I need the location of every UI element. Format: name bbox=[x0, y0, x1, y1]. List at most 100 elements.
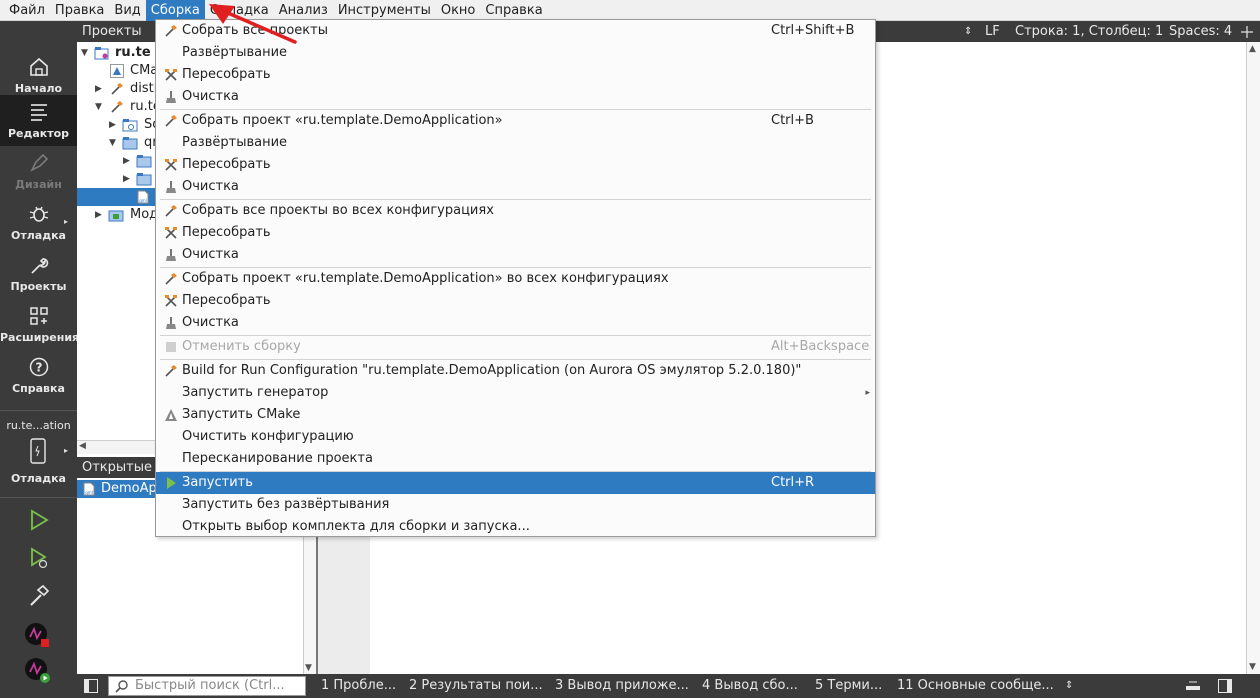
toggle-sidebar-icon[interactable] bbox=[84, 679, 98, 697]
menu-item-label: Пересобрать bbox=[182, 293, 271, 308]
hammer-icon bbox=[164, 364, 178, 378]
locator-search-input[interactable]: Быстрый поиск (Ctrl... bbox=[108, 676, 306, 696]
device-icon bbox=[27, 438, 49, 468]
updown-arrow-icon[interactable]: ⇕ bbox=[964, 21, 972, 42]
menu-item-label: Пересобрать bbox=[182, 67, 271, 82]
mode-projects[interactable]: Проекты bbox=[0, 248, 77, 299]
menu-build-project-all-configs[interactable]: Собрать проект «ru.template.DemoApplicat… bbox=[156, 268, 875, 290]
menu-clean-all[interactable]: Очистка bbox=[156, 86, 875, 108]
scroll-left-icon[interactable]: ◀ bbox=[79, 441, 86, 451]
mode-extensions[interactable]: Расширения bbox=[0, 299, 79, 350]
open-document-item[interactable]: qml DemoAp bbox=[77, 480, 155, 498]
menu-rebuild-project-all-configs[interactable]: Пересобрать bbox=[156, 290, 875, 312]
tree-row[interactable]: ▶ bbox=[77, 152, 155, 170]
tree-row[interactable]: ▶ Мод bbox=[77, 206, 155, 224]
menu-view[interactable]: Вид bbox=[109, 0, 145, 21]
menu-file[interactable]: Файл bbox=[4, 0, 50, 21]
split-icon[interactable] bbox=[1241, 21, 1253, 42]
menu-deploy-project[interactable]: Развёртывание bbox=[156, 132, 875, 154]
tree-label: CMa bbox=[130, 63, 155, 78]
menu-rebuild-all-configs[interactable]: Пересобрать bbox=[156, 222, 875, 244]
menu-build-for-run-config[interactable]: Build for Run Configuration "ru.template… bbox=[156, 360, 875, 382]
tree-row[interactable]: ▶ bbox=[77, 170, 155, 188]
menu-deploy-all[interactable]: Развёртывание bbox=[156, 42, 875, 64]
kit-mode: Отладка bbox=[11, 472, 66, 485]
menu-analyze[interactable]: Анализ bbox=[274, 0, 333, 21]
cursor-position[interactable]: Строка: 1, Столбец: 1 bbox=[1015, 21, 1163, 42]
menu-build-all[interactable]: Собрать все проекты Ctrl+Shift+B bbox=[156, 20, 875, 42]
debug-run-icon[interactable] bbox=[27, 546, 51, 574]
menu-item-label: Отменить сборку bbox=[182, 339, 301, 354]
tree-row-selected[interactable]: qml bbox=[77, 188, 155, 206]
menu-cancel-build: Отменить сборку Alt+Backspace bbox=[156, 336, 875, 358]
qml-file-icon: qml bbox=[136, 190, 150, 206]
folder-icon bbox=[136, 172, 152, 188]
expand-arrow-icon: ▶ bbox=[95, 210, 102, 220]
menu-run[interactable]: Запустить Ctrl+R bbox=[156, 472, 875, 494]
mode-help[interactable]: ? Справка bbox=[0, 350, 77, 401]
menu-clean-project[interactable]: Очистка bbox=[156, 176, 875, 198]
line-ending[interactable]: LF bbox=[985, 21, 1000, 42]
mode-editor[interactable]: Редактор bbox=[0, 95, 77, 146]
menu-build-all-configs[interactable]: Собрать все проекты во всех конфигурация… bbox=[156, 200, 875, 222]
menu-item-label: Пересобрать bbox=[182, 157, 271, 172]
menu-item-shortcut: Ctrl+R bbox=[771, 475, 815, 490]
svg-text:qml: qml bbox=[139, 198, 147, 203]
menu-clean-all-configs[interactable]: Очистка bbox=[156, 244, 875, 266]
tab-general-messages[interactable]: 11 Основные сообще... bbox=[897, 674, 1054, 698]
kit-selector[interactable]: ▸ Отладка bbox=[0, 436, 77, 486]
tree-row[interactable]: ▶ distr bbox=[77, 80, 155, 98]
tree-row[interactable]: ▼ ru.te bbox=[77, 44, 155, 62]
menu-item-label: Очистить конфигурацию bbox=[182, 429, 354, 444]
menu-rebuild-project[interactable]: Пересобрать bbox=[156, 154, 875, 176]
vertical-scrollbar[interactable]: ▲ ▼ bbox=[1246, 42, 1260, 674]
tree-row[interactable]: CMa bbox=[77, 62, 155, 80]
menu-clean-project-all-configs[interactable]: Очистка bbox=[156, 312, 875, 334]
tab-search-results[interactable]: 2 Результаты пои... bbox=[409, 674, 543, 698]
updown-arrow-icon[interactable]: ⇕ bbox=[1065, 674, 1073, 698]
source-folder-icon bbox=[122, 118, 138, 134]
scroll-down-icon[interactable]: ▼ bbox=[1249, 662, 1256, 672]
menu-item-label: Собрать все проекты bbox=[182, 23, 328, 38]
toggle-right-sidebar-icon[interactable] bbox=[1218, 679, 1232, 697]
mode-label: Дизайн bbox=[15, 178, 62, 191]
vertical-scrollbar[interactable]: ▼ bbox=[303, 536, 316, 674]
menu-run-generator[interactable]: Запустить генератор ▸ bbox=[156, 382, 875, 404]
menu-open-kit-selector[interactable]: Открыть выбор комплекта для сборки и зап… bbox=[156, 516, 875, 538]
menu-edit[interactable]: Правка bbox=[50, 0, 109, 21]
menu-run-cmake[interactable]: Запустить CMake bbox=[156, 404, 875, 426]
tree-row[interactable]: ▼ ru.te bbox=[77, 98, 155, 116]
mode-debug[interactable]: Отладка ▸ bbox=[0, 197, 77, 248]
menu-tools[interactable]: Инструменты bbox=[333, 0, 436, 21]
tab-issues[interactable]: 1 Пробле... bbox=[321, 674, 396, 698]
menu-run-without-deploy[interactable]: Запустить без развёртывания bbox=[156, 494, 875, 516]
run-icon[interactable] bbox=[27, 508, 51, 536]
menu-rebuild-all[interactable]: Пересобрать bbox=[156, 64, 875, 86]
profiler-icon[interactable] bbox=[23, 621, 51, 653]
submenu-arrow-icon: ▸ bbox=[865, 388, 870, 398]
menu-build-project[interactable]: Собрать проект «ru.template.DemoApplicat… bbox=[156, 110, 875, 132]
indentation[interactable]: Spaces: 4 bbox=[1169, 21, 1232, 42]
cmake-icon bbox=[110, 64, 124, 80]
scroll-down-icon[interactable]: ▼ bbox=[305, 663, 312, 673]
tab-compile-output[interactable]: 4 Вывод сбо... bbox=[702, 674, 798, 698]
collapse-arrow-icon: ▼ bbox=[95, 102, 102, 112]
progress-details-icon[interactable] bbox=[1185, 679, 1201, 697]
menu-window[interactable]: Окно bbox=[436, 0, 481, 21]
home-icon bbox=[0, 56, 77, 82]
menu-clear-configuration[interactable]: Очистить конфигурацию bbox=[156, 426, 875, 448]
build-hammer-icon[interactable] bbox=[27, 584, 51, 612]
tree-row[interactable]: ▼ qr bbox=[77, 134, 155, 152]
menu-rescan-project[interactable]: Пересканирование проекта bbox=[156, 448, 875, 470]
tab-terminal[interactable]: 5 Терми... bbox=[815, 674, 882, 698]
tree-row[interactable]: ▶ So bbox=[77, 116, 155, 134]
tab-application-output[interactable]: 3 Вывод приложе... bbox=[555, 674, 689, 698]
profiler-run-icon[interactable] bbox=[23, 656, 51, 688]
menu-build[interactable]: Сборка bbox=[145, 0, 205, 21]
mode-welcome[interactable]: Начало bbox=[0, 50, 77, 101]
mode-design: Дизайн bbox=[0, 146, 77, 197]
horizontal-scrollbar[interactable]: ◀ bbox=[77, 440, 155, 454]
menu-debug[interactable]: Отладка bbox=[205, 0, 274, 21]
scroll-up-icon[interactable]: ▲ bbox=[1249, 44, 1256, 54]
menu-help[interactable]: Справка bbox=[480, 0, 547, 21]
